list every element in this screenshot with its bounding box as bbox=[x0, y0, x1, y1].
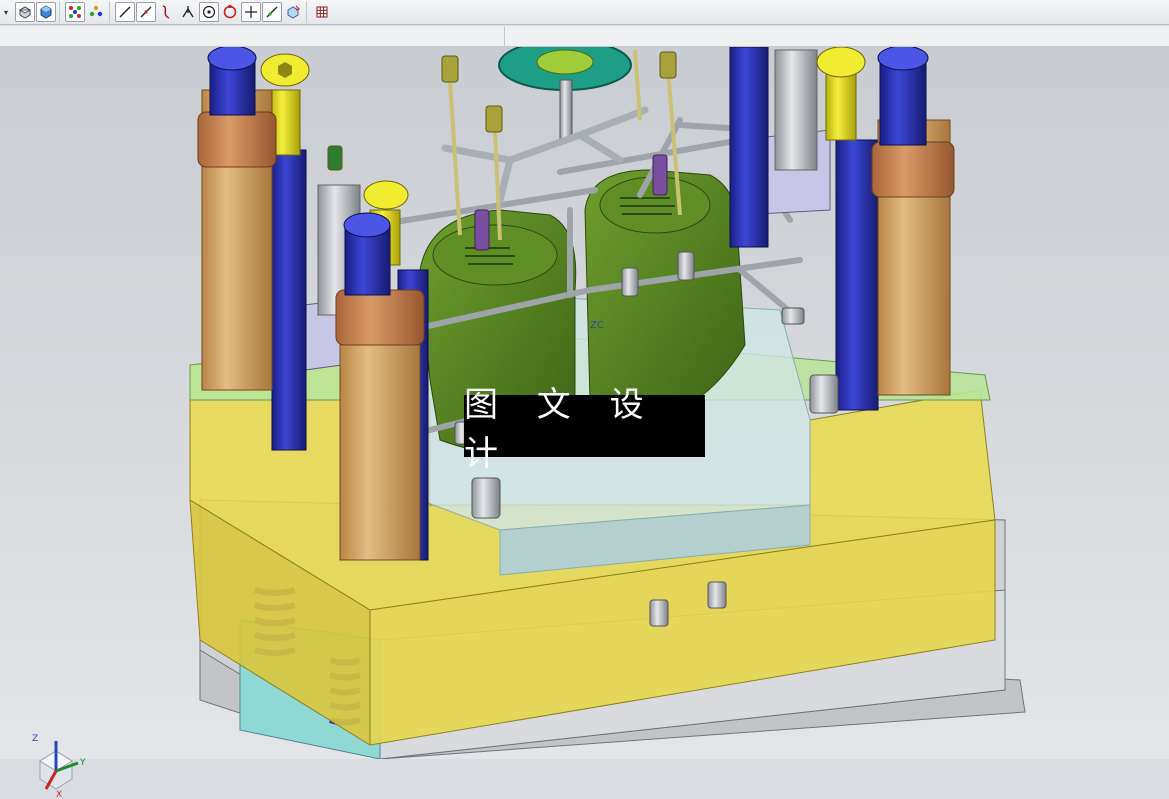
snap-group bbox=[112, 1, 307, 23]
grid-icon[interactable] bbox=[312, 2, 332, 22]
secondary-toolbar bbox=[0, 26, 1169, 47]
intersection-icon[interactable] bbox=[241, 2, 261, 22]
grid-group bbox=[309, 1, 335, 23]
wcs-zc-label: ZC bbox=[590, 320, 604, 331]
guide-pillar-back-left bbox=[197, 45, 277, 391]
quadrant-point-icon[interactable] bbox=[220, 2, 240, 22]
snap-icon[interactable] bbox=[178, 2, 198, 22]
view-group bbox=[12, 1, 60, 23]
line-diagonal-icon[interactable] bbox=[136, 2, 156, 22]
tangent-icon[interactable] bbox=[262, 2, 282, 22]
orientation-triad-icon: Z Y X bbox=[32, 734, 86, 799]
point-set-icon[interactable] bbox=[86, 2, 106, 22]
triad-z-label: Z bbox=[32, 734, 38, 744]
toolbar-separator bbox=[504, 26, 505, 46]
center-point-icon[interactable] bbox=[199, 2, 219, 22]
dropdown-arrow-icon[interactable]: ▾ bbox=[2, 8, 10, 17]
shaded-view-icon[interactable] bbox=[15, 2, 35, 22]
triad-y-label: Y bbox=[79, 758, 86, 768]
cube-view-icon[interactable] bbox=[36, 2, 56, 22]
arrow-cube-icon[interactable] bbox=[283, 2, 303, 22]
triad-x-label: X bbox=[56, 790, 62, 799]
line-icon[interactable] bbox=[115, 2, 135, 22]
watermark-label: 图 文 设 计 bbox=[464, 385, 705, 474]
snap-points-icon[interactable] bbox=[65, 2, 85, 22]
points-group bbox=[62, 1, 110, 23]
main-toolbar: ▾ bbox=[0, 0, 1169, 25]
graphics-viewport[interactable]: ZC XC 图 文 设 计 Z Y X bbox=[0, 39, 1169, 799]
curve-icon[interactable] bbox=[157, 2, 177, 22]
